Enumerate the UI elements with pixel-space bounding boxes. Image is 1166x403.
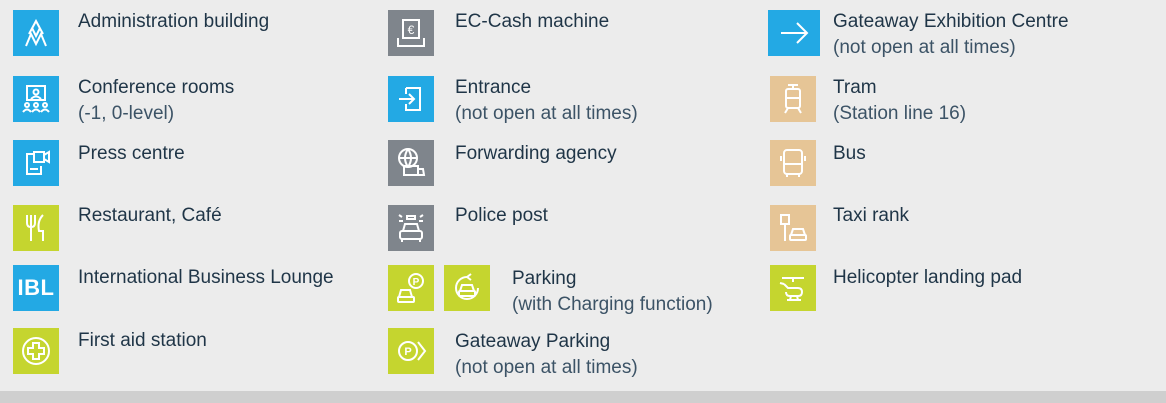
gateaway-parking-icon: P [388, 328, 434, 374]
legend-sublabel: (-1, 0-level) [78, 103, 175, 124]
svg-text:€: € [408, 23, 415, 37]
legend-label: Helicopter landing pad [833, 267, 1023, 288]
legend-label: Forwarding agency [455, 143, 617, 164]
legend-label: Press centre [78, 143, 185, 164]
ibl-icon-text: IBL [17, 275, 55, 300]
legend-label: Gateaway Parking [455, 331, 611, 352]
legend-label: Taxi rank [833, 205, 910, 226]
legend-label: Police post [455, 205, 548, 226]
panel-bottom-edge [0, 391, 1166, 403]
legend-label: Conference rooms [78, 77, 235, 98]
bus-icon [770, 140, 816, 186]
forwarding-agency-icon [388, 140, 434, 186]
legend-label: Bus [833, 143, 866, 164]
legend-label: EC-Cash machine [455, 11, 610, 32]
parking-icon: P [388, 265, 434, 311]
legend-sublabel: (not open at all times) [833, 37, 1016, 58]
charging-icon [444, 265, 490, 311]
legend-label: Tram [833, 77, 877, 98]
restaurant-icon [13, 205, 59, 251]
helicopter-icon [770, 265, 816, 311]
legend-label: Entrance [455, 77, 532, 98]
legend-label: Restaurant, Café [78, 205, 222, 226]
administration-building-icon [13, 10, 59, 56]
arrow-right-icon [768, 10, 820, 56]
legend-label: International Business Lounge [78, 267, 334, 288]
legend-label: Administration building [78, 11, 270, 32]
tram-icon [770, 76, 816, 122]
ec-cash-icon: € [388, 10, 434, 56]
legend-label: Parking [512, 268, 577, 289]
svg-text:P: P [404, 346, 411, 358]
legend-label: First aid station [78, 330, 207, 351]
taxi-icon [770, 205, 816, 251]
press-centre-icon [13, 140, 59, 186]
entrance-icon [388, 76, 434, 122]
svg-text:P: P [413, 277, 420, 288]
legend-panel: Administration building Conference rooms… [0, 0, 1166, 403]
legend-sublabel: (not open at all times) [455, 357, 638, 378]
legend-sublabel: (Station line 16) [833, 103, 967, 124]
conference-rooms-icon [13, 76, 59, 122]
legend-sublabel: (with Charging function) [512, 294, 713, 315]
police-post-icon [388, 205, 434, 251]
legend-label: Gateaway Exhibition Centre [833, 11, 1069, 32]
first-aid-icon [13, 328, 59, 374]
ibl-icon: IBL [13, 265, 59, 311]
legend-sublabel: (not open at all times) [455, 103, 638, 124]
